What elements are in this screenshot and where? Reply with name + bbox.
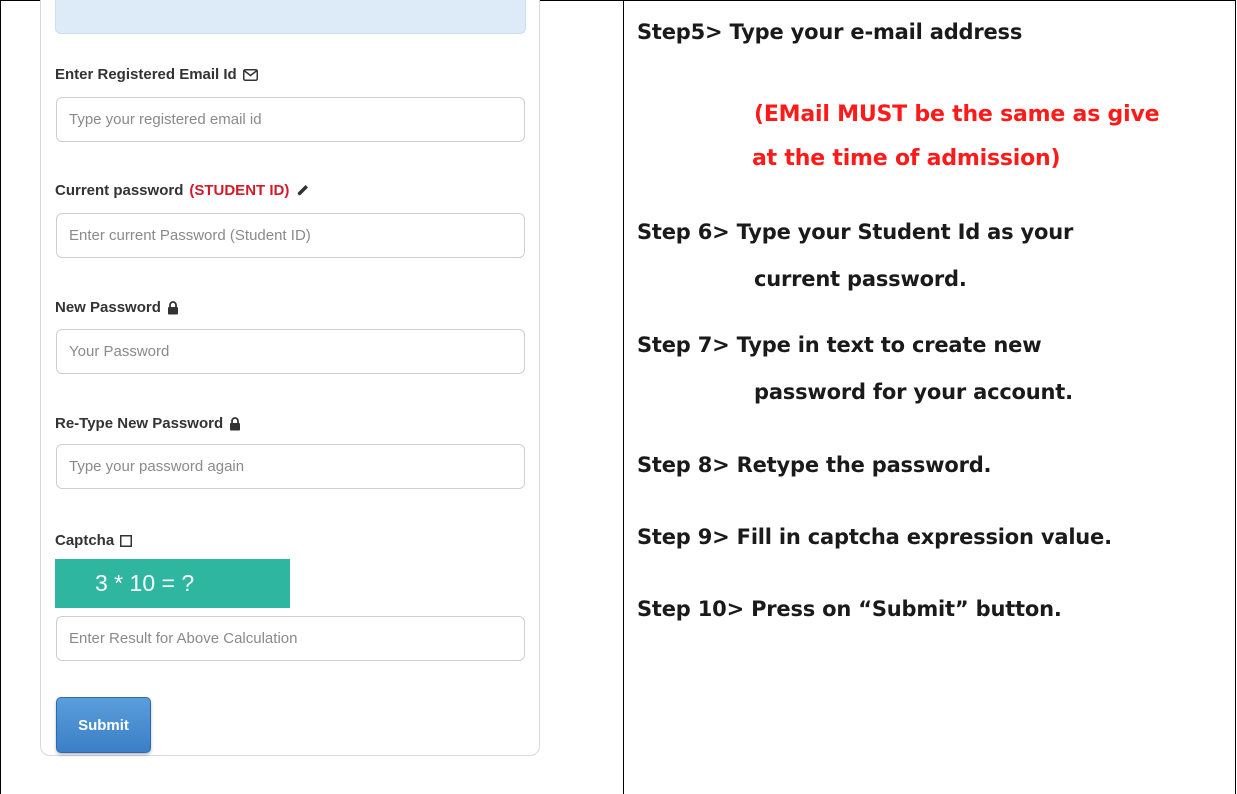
step8-text: Step 8> Retype the password. (637, 453, 992, 477)
email-label-text: Enter Registered Email Id (55, 66, 237, 83)
new-password-label-text: New Password (55, 299, 161, 316)
email-input[interactable] (56, 97, 525, 142)
step6-text: Step 6> Type your Student Id as your (637, 220, 1074, 244)
email-note-line1: (EMail MUST be the same as give (754, 102, 1160, 127)
step5-text: Step5> Type your e-mail address (637, 20, 1023, 44)
step7-text-cont: password for your account. (754, 380, 1073, 404)
pencil-icon (295, 183, 310, 198)
step6-text-cont: current password. (754, 267, 967, 291)
current-password-label: Current password (STUDENT ID) (55, 182, 310, 199)
square-icon (120, 534, 133, 547)
step9-text: Step 9> Fill in captcha expression value… (637, 525, 1112, 549)
new-password-label: New Password (55, 299, 179, 316)
step7-text: Step 7> Type in text to create new (637, 333, 1042, 357)
captcha-label: Captcha (55, 532, 133, 549)
student-id-highlight: (STUDENT ID) (189, 182, 290, 199)
captcha-input[interactable] (56, 616, 525, 661)
new-password-input[interactable] (56, 329, 525, 374)
current-password-input[interactable] (56, 213, 525, 258)
envelope-icon (242, 68, 258, 81)
lock-icon (229, 416, 241, 431)
current-password-label-text: Current password (55, 182, 184, 199)
lock-icon (167, 300, 179, 315)
column-divider (623, 0, 624, 794)
retype-password-label-text: Re-Type New Password (55, 415, 224, 432)
email-note-line2: at the time of admission) (752, 146, 1061, 171)
captcha-label-text: Captcha (55, 532, 115, 549)
captcha-expression: 3 * 10 = ? (55, 559, 290, 608)
info-alert-box (55, 0, 526, 34)
retype-password-input[interactable] (56, 444, 525, 489)
email-label: Enter Registered Email Id (55, 66, 258, 83)
retype-password-label: Re-Type New Password (55, 415, 241, 432)
submit-button[interactable]: Submit (56, 697, 151, 753)
step10-text: Step 10> Press on “Submit” button. (637, 597, 1062, 621)
